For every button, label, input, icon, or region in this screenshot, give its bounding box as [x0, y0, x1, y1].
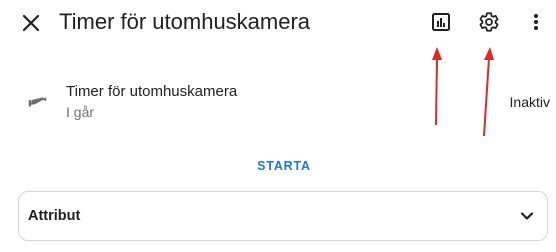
gear-icon: [479, 12, 499, 32]
cctv-camera-icon: [28, 97, 47, 107]
attributes-panel[interactable]: Attribut: [18, 191, 548, 241]
close-button[interactable]: [17, 9, 45, 37]
entity-name: Timer för utomhuskamera: [66, 83, 238, 100]
attributes-label: Attribut: [28, 208, 81, 224]
chevron-down-icon: [520, 212, 534, 220]
dots-vertical-icon: [534, 14, 538, 30]
history-button[interactable]: [427, 8, 455, 36]
chart-bar-icon: [432, 13, 450, 31]
page-title: Timer för utomhuskamera: [59, 9, 311, 34]
annotation-arrow-settings: [483, 47, 494, 137]
more-options-button[interactable]: [522, 8, 550, 36]
close-icon: [22, 14, 40, 32]
settings-button[interactable]: [475, 8, 503, 36]
entity-state: Inaktiv: [509, 94, 550, 110]
entity-last-changed: I går: [66, 104, 95, 120]
annotation-arrow-history: [432, 47, 442, 126]
start-button[interactable]: STARTA: [248, 153, 320, 179]
